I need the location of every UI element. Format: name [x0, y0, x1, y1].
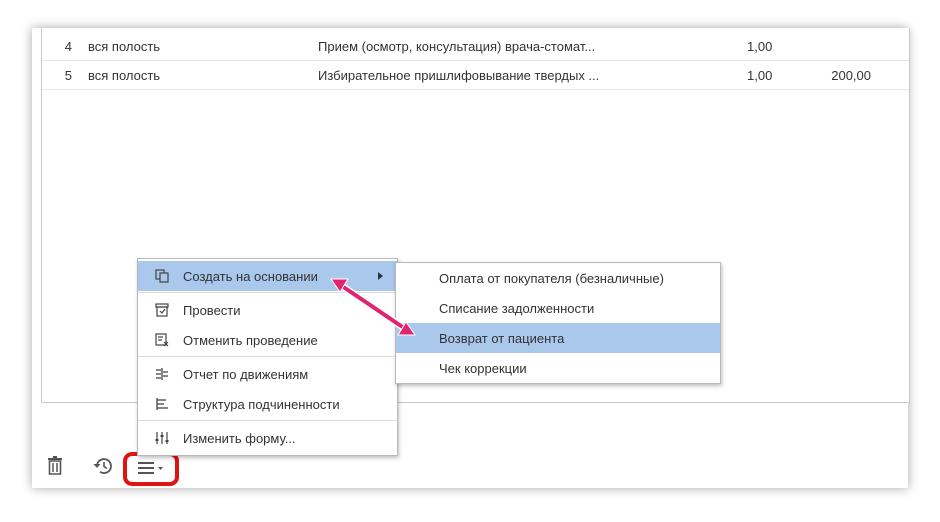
menu-item-post[interactable]: Провести [138, 295, 397, 325]
submenu-item-label: Возврат от пациента [439, 331, 565, 346]
row-quantity: 1,00 [747, 39, 773, 54]
unpost-document-icon [155, 333, 169, 347]
movements-report-icon [156, 368, 168, 380]
context-menu: Создать на основании Провести Отменить п… [137, 258, 398, 456]
menu-item-label: Провести [183, 303, 241, 318]
submenu-item-label: Списание задолженности [439, 301, 595, 316]
menu-item-label: Структура подчиненности [183, 397, 340, 412]
menu-item-label: Изменить форму... [183, 431, 296, 446]
menu-item-label: Создать на основании [183, 269, 318, 284]
menu-divider [138, 356, 397, 357]
table-row[interactable]: 5 вся полость Избирательное пришлифовыва… [42, 61, 909, 90]
row-area: вся полость [88, 68, 161, 83]
submenu-item-label: Оплата от покупателя (безналичные) [439, 271, 664, 286]
history-icon[interactable] [92, 456, 114, 476]
trash-icon[interactable] [45, 456, 65, 476]
menu-item-change-form[interactable]: Изменить форму... [138, 423, 397, 453]
form-settings-icon [155, 432, 169, 444]
menu-divider [138, 292, 397, 293]
menu-divider [138, 420, 397, 421]
row-number: 4 [64, 39, 72, 54]
submenu-item-customer-payment[interactable]: Оплата от покупателя (безналичные) [396, 263, 720, 293]
submenu-item-label: Чек коррекции [439, 361, 527, 376]
copy-icon [155, 269, 169, 283]
row-quantity: 1,00 [747, 68, 773, 83]
create-based-on-submenu: Оплата от покупателя (безналичные) Списа… [395, 262, 721, 384]
menu-item-label: Отчет по движениям [183, 367, 309, 382]
row-service: Прием (осмотр, консультация) врача-стома… [318, 39, 596, 54]
hierarchy-icon [156, 398, 168, 410]
menu-button-highlight [123, 452, 179, 486]
table-row[interactable]: 4 вся полость Прием (осмотр, консультаци… [42, 32, 909, 61]
row-area: вся полость [88, 39, 161, 54]
menu-item-create-based-on[interactable]: Создать на основании [138, 261, 397, 291]
submenu-item-correction-receipt[interactable]: Чек коррекции [396, 353, 720, 383]
menu-item-hierarchy[interactable]: Структура подчиненности [138, 389, 397, 419]
menu-item-label: Отменить проведение [183, 333, 318, 348]
submenu-item-patient-refund[interactable]: Возврат от пациента [396, 323, 720, 353]
submenu-item-debt-writeoff[interactable]: Списание задолженности [396, 293, 720, 323]
row-number: 5 [64, 68, 72, 83]
menu-item-movements-report[interactable]: Отчет по движениям [138, 359, 397, 389]
chevron-right-icon [378, 272, 383, 280]
row-service: Избирательное пришлифовывание твердых ..… [318, 68, 600, 83]
post-document-icon [155, 303, 169, 317]
menu-item-unpost[interactable]: Отменить проведение [138, 325, 397, 355]
row-sum: 200,00 [831, 68, 871, 83]
